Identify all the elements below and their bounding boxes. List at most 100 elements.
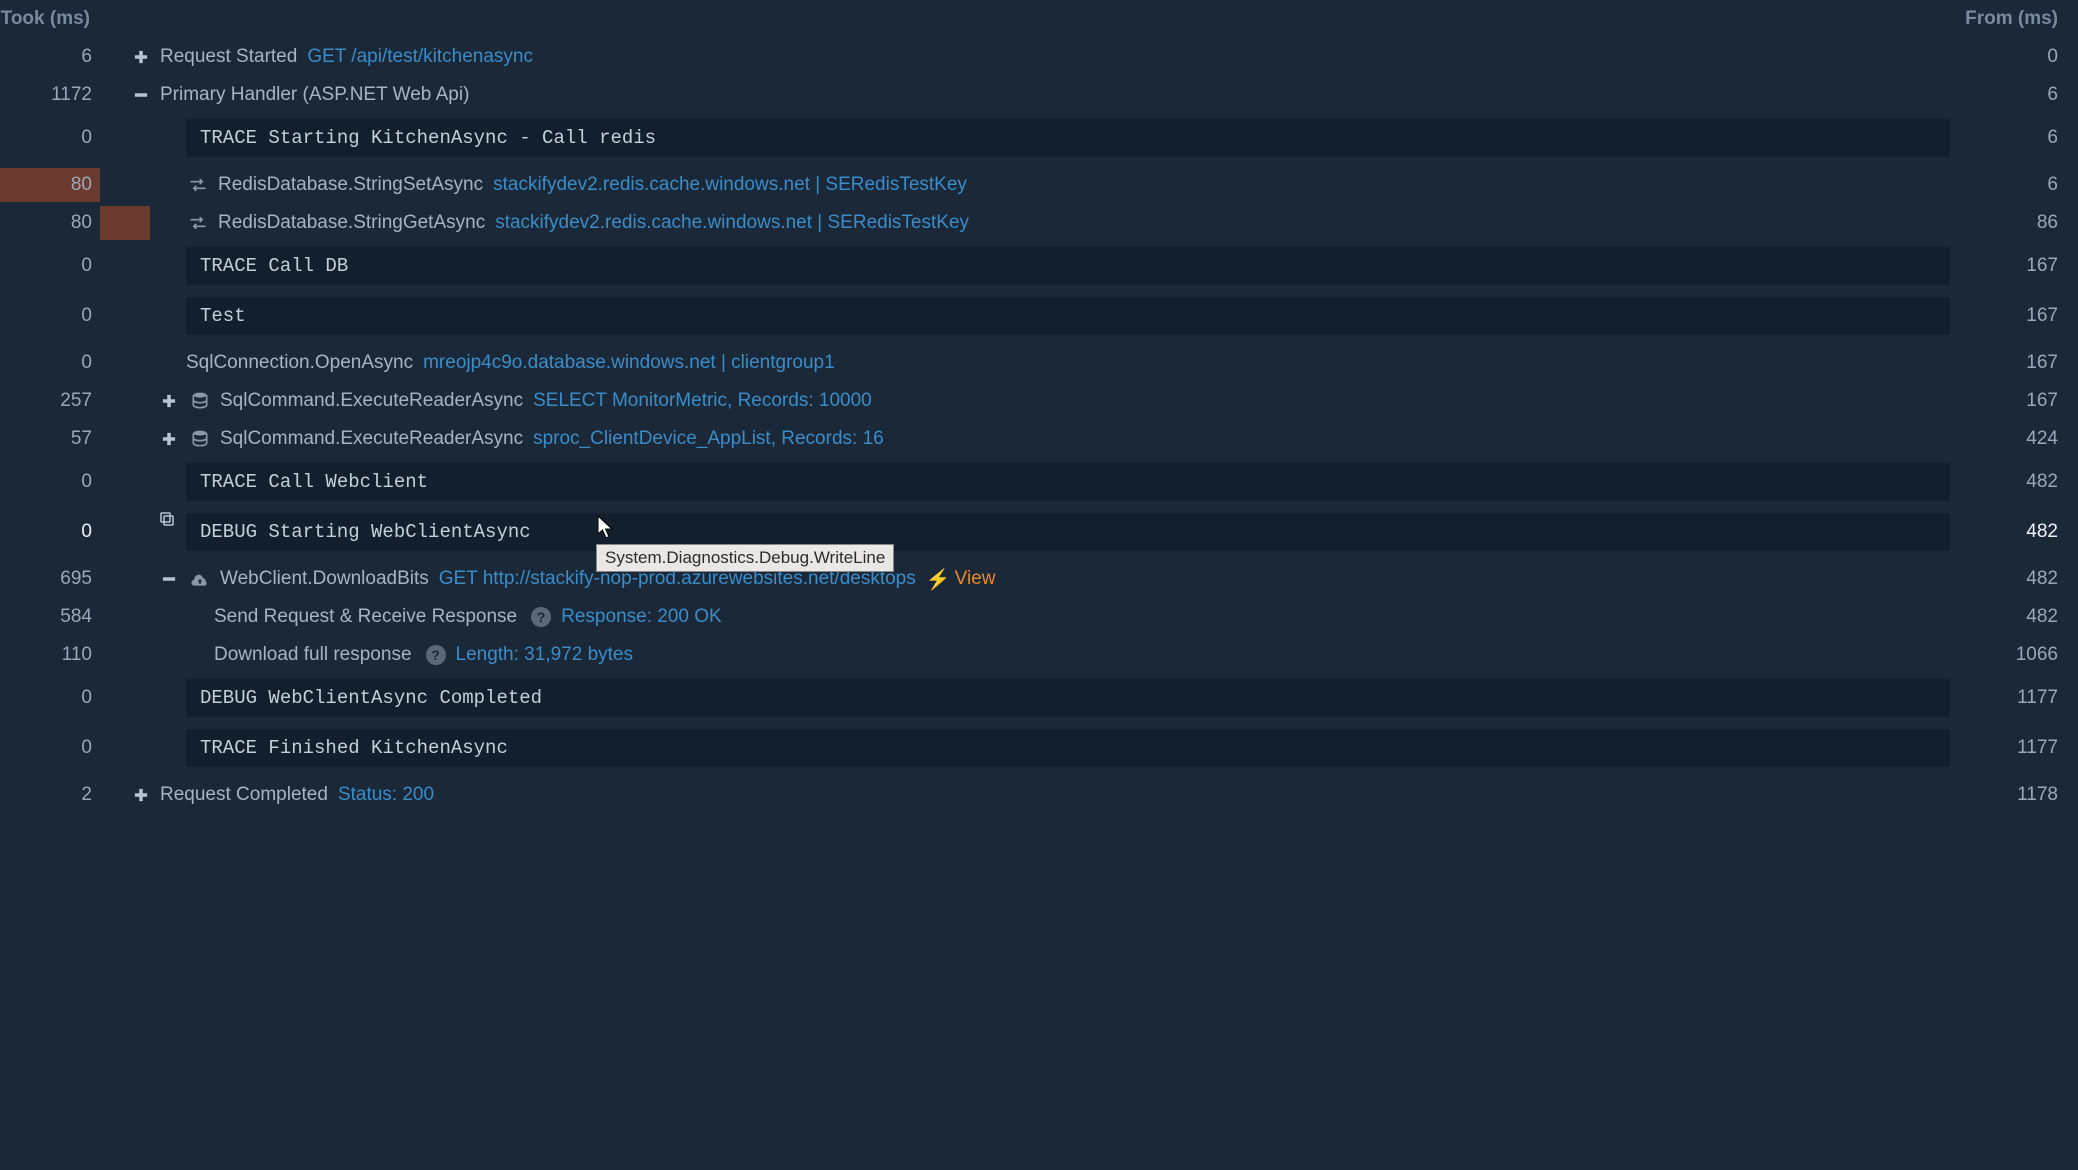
took-value: 0	[0, 510, 100, 554]
from-value: 167	[1958, 382, 2078, 420]
row-detail-link[interactable]: stackifydev2.redis.cache.windows.net | S…	[495, 212, 969, 234]
trace-row[interactable]: 257SqlCommand.ExecuteReaderAsyncSELECT M…	[0, 382, 2078, 420]
took-value: 80	[0, 204, 100, 242]
row-detail-link[interactable]: Response: 200 OK	[561, 606, 722, 628]
row-label: RedisDatabase.StringSetAsync	[218, 174, 483, 196]
took-value: 0	[0, 294, 100, 338]
trace-row[interactable]: 2Request CompletedStatus: 2001178	[0, 776, 2078, 814]
row-label: Primary Handler (ASP.NET Web Api)	[160, 84, 469, 106]
trace-row[interactable]: 0 TRACE Call Webclient482	[0, 460, 2078, 504]
expand-icon[interactable]	[158, 428, 180, 450]
from-value: 6	[1958, 166, 2078, 204]
row-label: Request Started	[160, 46, 297, 68]
header-took: Took (ms)	[0, 8, 100, 30]
row-content: Request CompletedStatus: 200	[100, 776, 1958, 814]
header-from: From (ms)	[1958, 8, 2078, 30]
from-value: 1177	[1958, 726, 2078, 770]
row-detail-link[interactable]: SELECT MonitorMetric, Records: 10000	[533, 390, 872, 412]
swap-icon	[186, 211, 210, 235]
help-icon[interactable]: ?	[426, 645, 446, 665]
trace-row[interactable]: 110Download full response?Length: 31,972…	[0, 636, 2078, 674]
bolt-icon: ⚡	[926, 567, 951, 592]
row-label: RedisDatabase.StringGetAsync	[218, 212, 485, 234]
from-value: 482	[1958, 460, 2078, 504]
trace-row[interactable]: 695WebClient.DownloadBitsGET http://stac…	[0, 560, 2078, 598]
row-content: DEBUG Starting WebClientAsync	[100, 510, 1958, 554]
row-content: Test	[100, 294, 1958, 338]
from-value: 6	[1958, 76, 2078, 114]
row-detail-link[interactable]: Length: 31,972 bytes	[456, 644, 633, 666]
row-content: Request Started GET /api/test/kitchenasyn…	[100, 38, 1958, 76]
row-content: Download full response? Length: 31,972 by…	[100, 636, 1958, 674]
from-value: 167	[1958, 294, 2078, 338]
trace-row[interactable]: 80 RedisDatabase.StringGetAsync stackifyde…	[0, 204, 2078, 242]
from-value: 167	[1958, 244, 2078, 288]
from-value: 6	[1958, 116, 2078, 160]
trace-row[interactable]: 0 SqlConnection.OpenAsync mreojp4c9o.datab…	[0, 344, 2078, 382]
trace-row[interactable]: 0 TRACE Call DB167	[0, 244, 2078, 288]
from-value: 482	[1958, 598, 2078, 636]
row-label: Send Request & Receive Response	[214, 606, 517, 628]
view-link[interactable]: View	[955, 568, 996, 590]
log-message: Test	[186, 297, 1950, 335]
row-label: WebClient.DownloadBits	[220, 568, 429, 590]
took-value: 0	[0, 344, 100, 382]
log-message: DEBUG Starting WebClientAsync	[186, 513, 1950, 551]
took-value: 57	[0, 420, 100, 458]
row-detail-link[interactable]: GET /api/test/kitchenasync	[307, 46, 533, 68]
expand-icon[interactable]	[158, 390, 180, 412]
trace-row[interactable]: 584Send Request & Receive Response?Respo…	[0, 598, 2078, 636]
row-detail-link[interactable]: mreojp4c9o.database.windows.net | client…	[423, 352, 835, 374]
trace-header: Took (ms) From (ms)	[0, 0, 2078, 38]
from-value: 1066	[1958, 636, 2078, 674]
row-label: Download full response	[214, 644, 412, 666]
cloud-icon	[188, 567, 212, 591]
took-value: 0	[0, 244, 100, 288]
collapse-icon[interactable]	[130, 84, 152, 106]
expand-icon[interactable]	[130, 784, 152, 806]
trace-row[interactable]: 80 RedisDatabase.StringSetAsync stackifyde…	[0, 166, 2078, 204]
collapse-icon[interactable]	[158, 568, 180, 590]
from-value: 424	[1958, 420, 2078, 458]
took-value: 0	[0, 726, 100, 770]
trace-row[interactable]: 0 TRACE Finished KitchenAsync1177	[0, 726, 2078, 770]
row-detail-link[interactable]: sproc_ClientDevice_AppList, Records: 16	[533, 428, 884, 450]
help-icon[interactable]: ?	[531, 607, 551, 627]
log-message: TRACE Finished KitchenAsync	[186, 729, 1950, 767]
trace-row[interactable]: 1172 Primary Handler (ASP.NET Web Api) 6	[0, 76, 2078, 114]
took-value: 0	[0, 460, 100, 504]
trace-row[interactable]: 0DEBUG WebClientAsync Completed1177	[0, 676, 2078, 720]
row-content: Primary Handler (ASP.NET Web Api)	[100, 76, 1958, 114]
from-value: 167	[1958, 344, 2078, 382]
from-value: 482	[1958, 510, 2078, 554]
trace-row[interactable]: 6Request StartedGET /api/test/kitchenasy…	[0, 38, 2078, 76]
trace-row[interactable]: 57 SqlCommand.ExecuteReaderAsync sproc_Cli…	[0, 420, 2078, 458]
row-content: RedisDatabase.StringGetAsync stackifydev2…	[100, 204, 1958, 242]
row-detail-link[interactable]: Status: 200	[338, 784, 434, 806]
took-value: 0	[0, 116, 100, 160]
swap-icon	[186, 173, 210, 197]
row-content: TRACE Finished KitchenAsync	[100, 726, 1958, 770]
trace-row[interactable]: 0 DEBUG Starting WebClientAsync482	[0, 510, 2078, 554]
trace-row[interactable]: 0 Test167	[0, 294, 2078, 338]
took-value: 80	[0, 166, 100, 204]
db-icon	[188, 389, 212, 413]
log-message: TRACE Call DB	[186, 247, 1950, 285]
trace-row[interactable]: 0 TRACE Starting KitchenAsync - Call redi…	[0, 116, 2078, 160]
row-content: TRACE Starting KitchenAsync - Call redis	[100, 116, 1958, 160]
row-content: DEBUG WebClientAsync Completed	[100, 676, 1958, 720]
log-message: TRACE Call Webclient	[186, 463, 1950, 501]
row-label: SqlCommand.ExecuteReaderAsync	[220, 390, 523, 412]
copy-icon[interactable]	[158, 510, 176, 534]
tooltip: System.Diagnostics.Debug.WriteLine	[596, 544, 894, 572]
expand-icon[interactable]	[130, 46, 152, 68]
log-message: TRACE Starting KitchenAsync - Call redis	[186, 119, 1950, 157]
from-value: 0	[1958, 38, 2078, 76]
took-value: 695	[0, 560, 100, 598]
row-label: SqlConnection.OpenAsync	[186, 352, 413, 374]
row-label: SqlCommand.ExecuteReaderAsync	[220, 428, 523, 450]
took-value: 1172	[0, 76, 100, 114]
row-content: SqlCommand.ExecuteReaderAsync sproc_Clien…	[100, 420, 1958, 458]
row-detail-link[interactable]: stackifydev2.redis.cache.windows.net | S…	[493, 174, 967, 196]
from-value: 1178	[1958, 776, 2078, 814]
